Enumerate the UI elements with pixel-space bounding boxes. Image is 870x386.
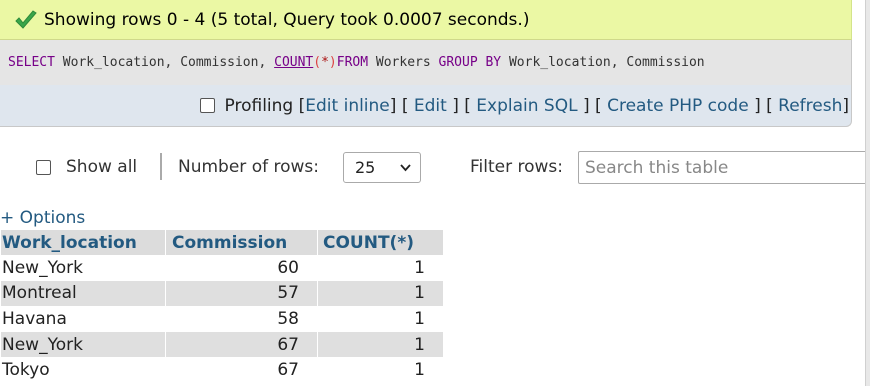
bracket-open: [ <box>464 95 471 116</box>
filter-rows-label: Filter rows: <box>470 157 564 177</box>
table-row[interactable]: New_York 67 1 <box>1 331 443 358</box>
cell-work-location[interactable]: New_York <box>1 255 165 281</box>
cell-work-location[interactable]: Havana <box>1 306 165 332</box>
cell-commission[interactable]: 60 <box>166 255 317 281</box>
number-of-rows-value: 25 <box>355 158 376 177</box>
number-of-rows-label: Number of rows: <box>178 157 319 177</box>
cell-count[interactable]: 1 <box>318 280 443 307</box>
bracket-open: [ <box>595 95 602 116</box>
profiling-checkbox[interactable] <box>199 98 215 113</box>
sql-table: Workers <box>368 55 439 70</box>
number-of-rows-select[interactable]: 25 <box>343 152 421 183</box>
cell-work-location[interactable]: Tokyo <box>1 357 165 383</box>
cell-count[interactable]: 1 <box>318 331 443 358</box>
show-all-control[interactable]: Show all <box>36 157 137 177</box>
divider <box>160 153 162 180</box>
scrollbar[interactable] <box>865 0 870 386</box>
bracket-open: [ <box>298 95 306 116</box>
sql-paren-open: ( <box>313 55 322 70</box>
check-icon <box>15 9 37 29</box>
explain-sql-link[interactable]: Explain SQL <box>476 96 577 116</box>
cell-count[interactable]: 1 <box>318 306 443 332</box>
column-header-commission[interactable]: Commission <box>166 230 317 255</box>
cell-work-location[interactable]: New_York <box>1 331 165 358</box>
table-row[interactable]: Havana 58 1 <box>1 306 443 332</box>
bracket-close: ] <box>582 95 590 116</box>
column-header-count[interactable]: COUNT(*) <box>318 230 443 255</box>
table-controls: Show all Number of rows: 25 Filter rows: <box>0 145 870 195</box>
cell-count[interactable]: 1 <box>318 357 443 383</box>
sql-keyword-groupby: GROUP BY <box>438 55 502 70</box>
create-php-code-link[interactable]: Create PHP code <box>607 96 749 116</box>
sql-star: * <box>321 55 329 70</box>
sql-group-columns: Work_location, Commission <box>501 55 705 70</box>
cell-commission[interactable]: 67 <box>166 357 317 383</box>
table-row[interactable]: New_York 60 1 <box>1 255 443 281</box>
sql-function-count[interactable]: COUNT <box>274 55 313 70</box>
profiling-label: Profiling <box>224 95 294 116</box>
cell-commission[interactable]: 67 <box>166 331 317 358</box>
show-all-checkbox[interactable] <box>36 159 51 175</box>
chevron-down-icon <box>400 164 411 172</box>
sql-keyword-from: FROM <box>336 55 369 70</box>
edit-link[interactable]: Edit <box>414 96 447 116</box>
query-actions-bar: Profiling [Edit inline] [ Edit ] [ Expla… <box>0 85 852 127</box>
search-input[interactable] <box>578 151 870 184</box>
success-text: Showing rows 0 - 4 (5 total, Query took … <box>44 9 530 30</box>
table-row[interactable]: Montreal 57 1 <box>1 280 443 307</box>
bracket-close: ] <box>842 95 849 116</box>
sql-query: SELECT Work_location, Commission, COUNT(… <box>0 40 852 85</box>
refresh-link[interactable]: Refresh <box>778 96 842 116</box>
cell-count[interactable]: 1 <box>318 255 443 281</box>
results-table: Work_location Commission COUNT(*) New_Yo… <box>0 230 444 383</box>
bracket-open: [ <box>766 95 773 116</box>
edit-inline-link[interactable]: Edit inline <box>305 96 390 116</box>
options-toggle[interactable]: + Options <box>0 208 85 228</box>
column-header-work-location[interactable]: Work_location <box>1 230 165 255</box>
sql-keyword-select: SELECT <box>8 55 55 70</box>
table-row[interactable]: Tokyo 67 1 <box>1 357 443 383</box>
cell-commission[interactable]: 58 <box>166 306 317 332</box>
sql-paren-close: ) <box>328 55 337 70</box>
bracket-close: ] <box>452 95 459 116</box>
success-message: Showing rows 0 - 4 (5 total, Query took … <box>0 0 852 40</box>
bracket-open: [ <box>401 95 409 116</box>
bracket-close: ] <box>389 95 397 116</box>
sql-columns: Work_location, Commission, <box>54 55 275 70</box>
cell-commission[interactable]: 57 <box>166 280 317 307</box>
bracket-close: ] <box>754 95 761 116</box>
show-all-label: Show all <box>66 157 138 177</box>
cell-work-location[interactable]: Montreal <box>1 280 165 307</box>
header-row: Work_location Commission COUNT(*) <box>1 230 443 255</box>
